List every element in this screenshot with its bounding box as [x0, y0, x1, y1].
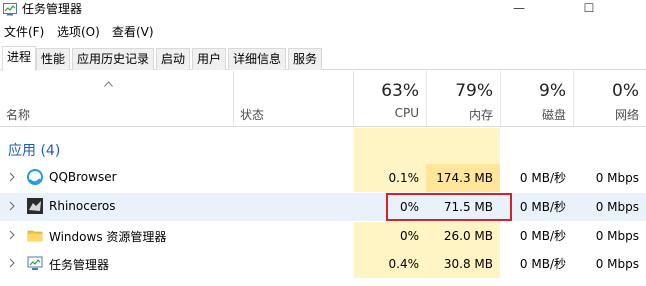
disk-total-percent: 9%: [539, 81, 566, 101]
disk-cell: 0 MB/秒: [519, 229, 566, 243]
close-button[interactable]: [612, 0, 646, 19]
annotation-highlight-box: [386, 193, 512, 221]
minimize-button[interactable]: —: [496, 0, 542, 19]
cpu-cell: 0%: [354, 222, 426, 250]
rhino-icon: [27, 198, 43, 214]
menu-file[interactable]: 文件(F): [4, 24, 44, 40]
memory-cell: 30.8 MB: [426, 250, 500, 278]
tab-services[interactable]: 服务: [288, 48, 323, 70]
network-label: 网络: [614, 108, 639, 122]
disk-cell: 0 MB/秒: [519, 171, 566, 185]
process-row-rhinoceros[interactable]: Rhinoceros 0% 71.5 MB 0 MB/秒 0 Mbps: [0, 193, 646, 221]
qqbrowser-icon: [27, 169, 43, 185]
menu-bar: 文件(F) 选项(O) 查看(V): [0, 22, 646, 42]
column-network[interactable]: 0% 网络: [573, 71, 646, 127]
menu-options[interactable]: 选项(O): [57, 24, 100, 40]
network-cell: 0 Mbps: [595, 200, 639, 214]
chevron-right-icon[interactable]: [8, 201, 16, 211]
column-header: 名称 状态 63% CPU 79% 内存 9% 磁盘 0% 网络: [0, 71, 646, 127]
cpu-label: CPU: [394, 106, 419, 120]
process-row-explorer[interactable]: Windows 资源管理器 0% 26.0 MB 0 MB/秒 0 Mbps: [0, 222, 646, 250]
memory-cell: 174.3 MB: [426, 164, 500, 192]
tab-bar: 进程 性能 应用历史记录 启动 用户 详细信息 服务: [0, 46, 646, 71]
process-name: QQBrowser: [49, 170, 117, 184]
process-name: Rhinoceros: [49, 199, 116, 213]
column-disk[interactable]: 9% 磁盘: [500, 71, 573, 127]
network-cell: 0 Mbps: [595, 257, 639, 271]
disk-label: 磁盘: [541, 108, 566, 122]
column-divider[interactable]: [233, 71, 234, 127]
memory-label: 内存: [468, 108, 493, 122]
tab-app-history[interactable]: 应用历史记录: [72, 48, 155, 70]
task-manager-app-icon: [3, 3, 17, 16]
cpu-total-percent: 63%: [381, 81, 419, 101]
column-name[interactable]: 名称: [6, 106, 30, 123]
process-name: 任务管理器: [49, 258, 110, 272]
menu-view[interactable]: 查看(V): [112, 24, 154, 40]
column-status[interactable]: 状态: [240, 106, 264, 123]
group-label: 应用 (4): [8, 143, 61, 159]
tab-performance[interactable]: 性能: [36, 48, 71, 70]
memory-total-percent: 79%: [455, 81, 493, 101]
sort-ascending-icon[interactable]: [104, 81, 113, 87]
heat-shade: [354, 128, 500, 164]
disk-cell: 0 MB/秒: [519, 257, 566, 271]
chevron-right-icon[interactable]: [8, 258, 16, 268]
memory-cell: 26.0 MB: [426, 222, 500, 250]
column-cpu[interactable]: 63% CPU: [354, 71, 426, 127]
chevron-right-icon[interactable]: [8, 172, 16, 182]
cpu-cell: 0.4%: [354, 250, 426, 278]
column-memory[interactable]: 79% 内存: [426, 71, 500, 127]
process-row-task-manager[interactable]: 任务管理器 0.4% 30.8 MB 0 MB/秒 0 Mbps: [0, 250, 646, 278]
folder-icon: [27, 230, 43, 242]
window-title: 任务管理器: [22, 2, 83, 16]
network-total-percent: 0%: [612, 81, 639, 101]
network-cell: 0 Mbps: [595, 171, 639, 185]
chevron-right-icon[interactable]: [8, 230, 16, 240]
cpu-cell: 0.1%: [354, 164, 426, 192]
title-bar: 任务管理器 — ☐: [0, 0, 646, 19]
network-cell: 0 Mbps: [595, 229, 639, 243]
maximize-button[interactable]: ☐: [566, 0, 612, 19]
task-manager-icon: [27, 256, 43, 270]
tab-startup[interactable]: 启动: [156, 48, 191, 70]
tab-details[interactable]: 详细信息: [228, 48, 287, 70]
group-apps[interactable]: 应用 (4): [0, 128, 646, 164]
process-name: Windows 资源管理器: [49, 230, 167, 244]
process-row-qqbrowser[interactable]: QQBrowser 0.1% 174.3 MB 0 MB/秒 0 Mbps: [0, 164, 646, 192]
tab-users[interactable]: 用户: [192, 48, 227, 70]
tab-processes[interactable]: 进程: [2, 46, 37, 71]
